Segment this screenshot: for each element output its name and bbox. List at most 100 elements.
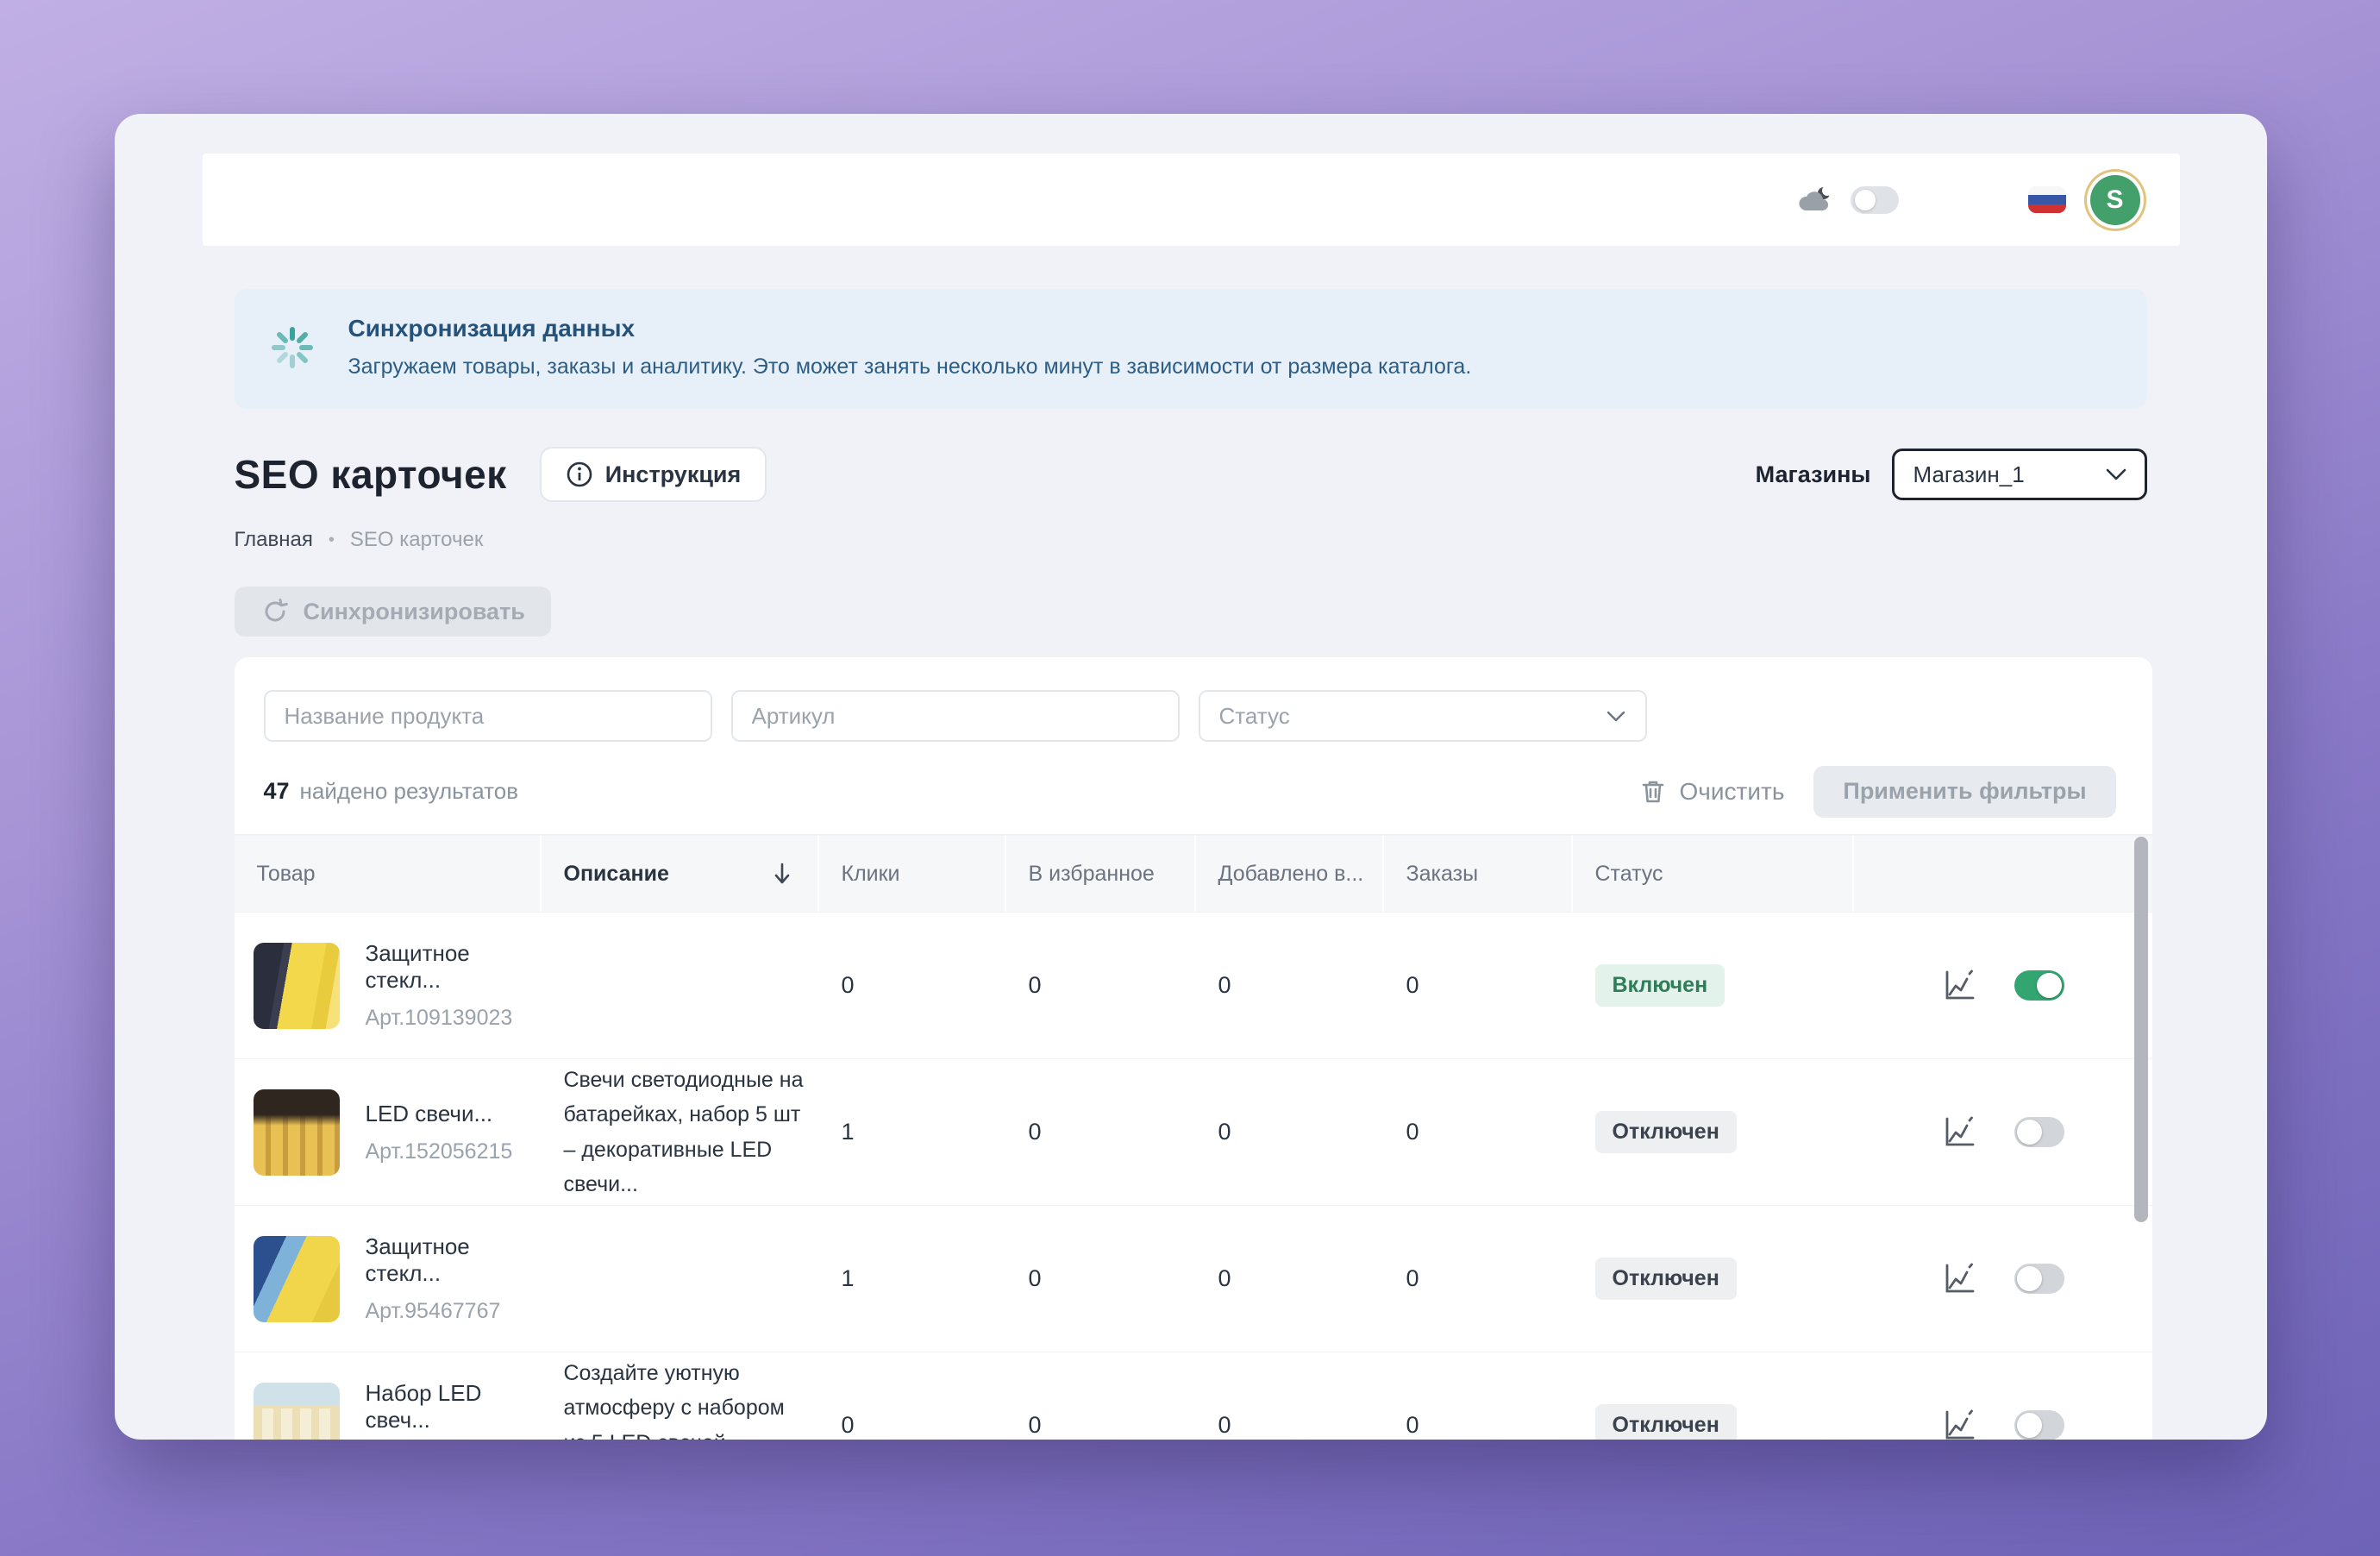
product-name[interactable]: Защитное стекл... [366, 940, 542, 994]
toggle-knob [2017, 1266, 2042, 1291]
breadcrumb: Главная • SEO карточек [235, 528, 2147, 552]
product-thumbnail[interactable] [254, 1089, 340, 1176]
product-thumbnail[interactable] [254, 1236, 340, 1322]
line-chart-icon [1940, 1407, 1978, 1440]
table-scrollbar[interactable] [2134, 837, 2148, 1222]
column-header-orders[interactable]: Заказы [1384, 835, 1573, 912]
product-description: Свечи светодиодные на батарейках, набор … [542, 1059, 819, 1205]
product-description [542, 1206, 819, 1352]
added-value: 0 [1196, 1206, 1384, 1352]
status-select[interactable]: Статус [1199, 690, 1647, 742]
product-article: Арт.95467767 [366, 1299, 542, 1324]
info-icon [566, 461, 593, 488]
top-navbar: S [203, 154, 2180, 246]
synchronize-button-label: Синхронизировать [304, 599, 525, 625]
status-badge: Отключен [1595, 1111, 1737, 1153]
instruction-button-label: Инструкция [605, 461, 742, 488]
sync-banner-subtitle: Загружаем товары, заказы и аналитику. Эт… [348, 354, 1472, 380]
page-title: SEO карточек [235, 451, 507, 498]
analytics-chart-button[interactable] [1940, 1407, 1978, 1440]
product-name[interactable]: LED свечи... [366, 1101, 513, 1127]
clicks-value: 1 [819, 1059, 1006, 1205]
clear-filters-label: Очистить [1680, 778, 1785, 806]
product-description: Создайте уютную атмосферу с набором из 5… [542, 1352, 819, 1440]
table-row: LED свечи... Арт.152056215 Свечи светоди… [235, 1058, 2152, 1205]
table-row: Защитное стекл... Арт.95467767 1 0 0 0 О… [235, 1205, 2152, 1352]
favorites-value: 0 [1006, 1059, 1196, 1205]
orders-value: 0 [1384, 1059, 1573, 1205]
orders-value: 0 [1384, 913, 1573, 1058]
clicks-value: 0 [819, 913, 1006, 1058]
shop-select-value: Магазин_1 [1913, 461, 2025, 488]
product-name[interactable]: Защитное стекл... [366, 1233, 542, 1287]
product-article: Арт.109139023 [366, 1006, 542, 1031]
favorites-value: 0 [1006, 1352, 1196, 1440]
status-badge: Отключен [1595, 1258, 1737, 1300]
column-header-added[interactable]: Добавлено в... [1196, 835, 1384, 912]
instruction-button[interactable]: Инструкция [540, 447, 767, 502]
products-panel: Статус 47 найдено результатов Очистить П… [235, 657, 2152, 1440]
product-name[interactable]: Набор LED свеч... [366, 1380, 542, 1434]
theme-toggle-knob [1855, 190, 1876, 210]
toggle-knob [2017, 1413, 2042, 1438]
added-value: 0 [1196, 913, 1384, 1058]
column-header-actions [1854, 835, 2152, 912]
status-toggle[interactable] [2014, 1117, 2064, 1147]
product-name-input[interactable] [264, 690, 712, 742]
column-header-favorites[interactable]: В избранное [1006, 835, 1196, 912]
column-header-status[interactable]: Статус [1573, 835, 1854, 912]
line-chart-icon [1940, 1260, 1978, 1298]
refresh-icon [260, 597, 290, 626]
table-row: Набор LED свеч... Арт.375945198 Создайте… [235, 1352, 2152, 1440]
status-badge: Включен [1595, 964, 1726, 1007]
line-chart-icon [1940, 1114, 1978, 1151]
sync-banner-title: Синхронизация данных [348, 315, 1472, 342]
chevron-down-icon [2105, 467, 2127, 481]
orders-value: 0 [1384, 1206, 1573, 1352]
column-header-description[interactable]: Описание [542, 835, 819, 912]
shop-select[interactable]: Магазин_1 [1892, 449, 2147, 500]
favorites-value: 0 [1006, 1206, 1196, 1352]
orders-value: 0 [1384, 1352, 1573, 1440]
breadcrumb-current: SEO карточек [350, 528, 483, 552]
column-header-clicks[interactable]: Клики [819, 835, 1006, 912]
status-toggle[interactable] [2014, 1410, 2064, 1440]
results-count: 47 [264, 778, 290, 805]
sort-descending-icon[interactable] [773, 862, 792, 886]
status-badge: Отключен [1595, 1404, 1737, 1440]
status-toggle[interactable] [2014, 1264, 2064, 1294]
results-count-label: найдено результатов [300, 778, 519, 805]
product-article: Арт.152056215 [366, 1139, 513, 1164]
analytics-chart-button[interactable] [1940, 967, 1978, 1005]
theme-toggle[interactable] [1851, 186, 1899, 214]
clear-filters-button[interactable]: Очистить [1640, 778, 1785, 806]
toggle-knob [2017, 1120, 2042, 1145]
toggle-knob [2037, 973, 2062, 998]
product-thumbnail[interactable] [254, 943, 340, 1029]
product-description [542, 913, 819, 1058]
clicks-value: 1 [819, 1206, 1006, 1352]
apply-filters-button[interactable]: Применить фильтры [1813, 766, 2115, 818]
table-header: Товар Описание Клики В избранное Добавле… [235, 835, 2152, 912]
breadcrumb-separator: • [329, 530, 335, 550]
user-avatar[interactable]: S [2090, 175, 2140, 225]
analytics-chart-button[interactable] [1940, 1260, 1978, 1298]
product-thumbnail[interactable] [254, 1383, 340, 1440]
cloud-moon-icon [1797, 185, 1835, 216]
table-row: Защитное стекл... Арт.109139023 0 0 0 0 … [235, 912, 2152, 1058]
chevron-down-icon [1606, 710, 1626, 723]
analytics-chart-button[interactable] [1940, 1114, 1978, 1151]
language-flag-icon[interactable] [2028, 186, 2066, 213]
added-value: 0 [1196, 1352, 1384, 1440]
favorites-value: 0 [1006, 913, 1196, 1058]
synchronize-button[interactable]: Синхронизировать [235, 587, 551, 637]
column-header-product[interactable]: Товар [235, 835, 542, 912]
clicks-value: 0 [819, 1352, 1006, 1440]
status-toggle[interactable] [2014, 970, 2064, 1001]
trash-icon [1640, 778, 1666, 806]
breadcrumb-home[interactable]: Главная [235, 528, 313, 552]
sku-input[interactable] [731, 690, 1180, 742]
status-select-placeholder: Статус [1219, 703, 1290, 730]
sync-banner: Синхронизация данных Загружаем товары, з… [235, 289, 2147, 409]
app-window: S Синхронизация данных Загружаем т [115, 114, 2267, 1440]
